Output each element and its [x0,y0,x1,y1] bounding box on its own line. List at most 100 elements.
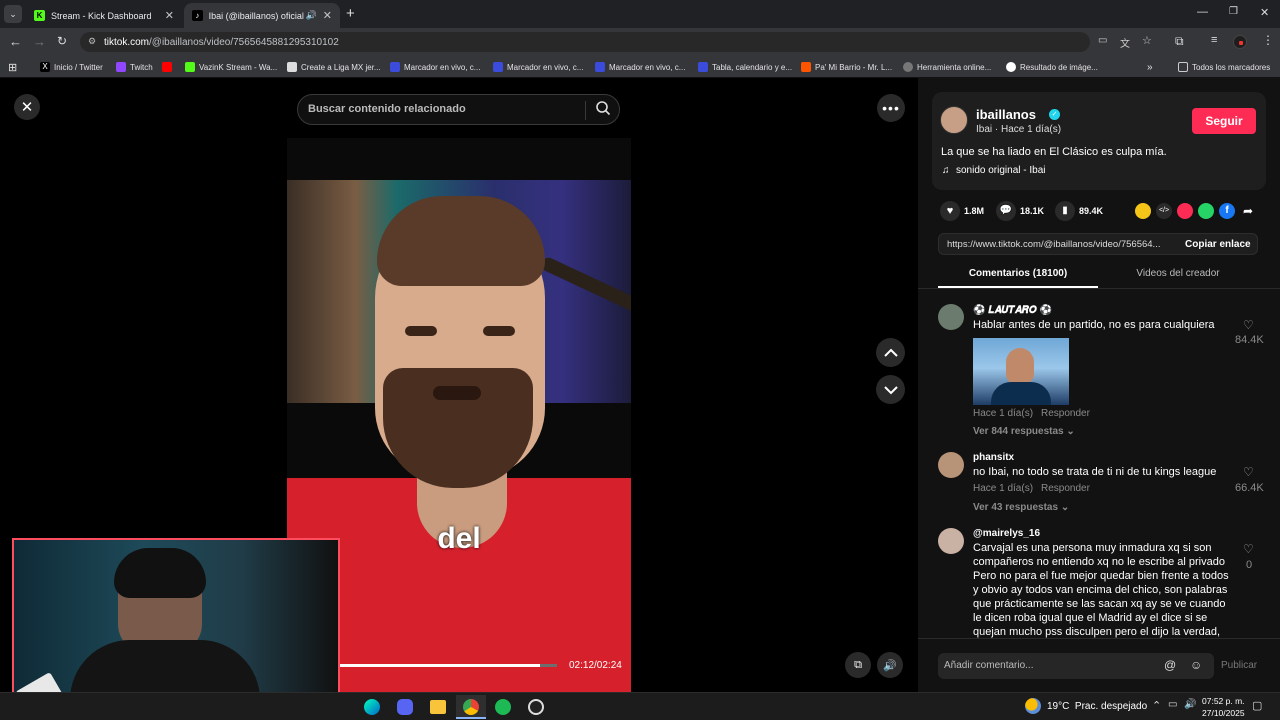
copy-link-button[interactable]: Copiar enlace [1185,239,1251,250]
view-replies[interactable]: Ver 43 respuestas ⌄ [973,502,1069,513]
floating-player-button[interactable]: ⧉ [845,652,871,678]
tab-creator-videos[interactable]: Videos del creador [1098,268,1258,279]
bookmark-liga-mx[interactable]: Create a Liga MX jer... [287,60,381,74]
comment-item: ⚽ 𝑳𝑨𝑼𝑻𝑨𝑹𝑶 ⚽ Hablar antes de un partido, … [918,300,1280,440]
comment-avatar[interactable] [938,528,964,554]
search-icon[interactable] [595,100,611,121]
emoji-icon[interactable]: ☺ [1190,658,1202,672]
taskbar-edge-icon[interactable] [364,699,380,715]
share-link[interactable]: https://www.tiktok.com/@ibaillanos/video… [947,239,1160,250]
site-info-icon[interactable]: ⚙ [88,36,96,47]
clock-time[interactable]: 07:52 p. m. [1202,696,1245,706]
comment-button[interactable]: 💬 18.1K [996,201,1044,221]
video-progress-track[interactable] [339,664,557,667]
reload-icon[interactable]: ↻ [57,34,67,48]
close-window-button[interactable]: ✕ [1260,6,1269,19]
taskbar-spotify-icon[interactable] [495,699,511,715]
comment-like-icon[interactable]: ♡ [1243,465,1254,479]
facebook-icon[interactable]: f [1219,203,1235,219]
taskbar-obs-icon[interactable] [528,699,544,715]
close-video-button[interactable]: ✕ [14,94,40,120]
close-tab-icon[interactable]: ✕ [165,9,174,22]
comment-username[interactable]: phansitx [973,452,1014,463]
previous-video-button[interactable] [876,338,905,367]
weather-text[interactable]: 19°C Prac. despejado [1047,701,1147,712]
minimize-window-button[interactable]: — [1197,6,1208,18]
taskbar-discord-icon[interactable] [397,699,413,715]
creator-username[interactable]: ibaillanos [976,107,1036,122]
comment-username[interactable]: @mairelys_16 [973,528,1040,539]
comment-text-line: quejan mucho pss disculpen pero el dijo … [973,626,1221,638]
audio-playing-icon[interactable]: 🔊 [306,10,317,21]
bookmark-resultado[interactable]: Resultado de imáge... [1006,60,1098,74]
bookmark-pa-mi-barrio[interactable]: Pa' Mi Barrio - Mr. L... [801,60,892,74]
reply-button[interactable]: Responder [1041,483,1090,494]
tray-network-icon[interactable]: ▭ [1168,699,1177,710]
comment-input-divider [918,638,1280,639]
forward-icon[interactable]: → [33,34,46,49]
embed-icon[interactable]: </> [1156,203,1172,219]
bookmark-twitter[interactable]: X Inicio / Twitter [40,60,103,74]
post-comment-button[interactable]: Publicar [1221,660,1257,671]
media-control-icon[interactable]: ≡ [1211,34,1217,46]
bookmark-herramienta[interactable]: Herramienta online... [903,60,991,74]
comment-username[interactable]: ⚽ 𝑳𝑨𝑼𝑻𝑨𝑹𝑶 ⚽ [973,305,1052,316]
address-bar[interactable]: ⚙ tiktok.com/@ibaillanos/video/756564588… [80,32,1152,52]
save-button[interactable]: ▮ 89.4K [1055,201,1103,221]
install-app-icon[interactable]: ▭ [1098,35,1107,46]
browser-menu-icon[interactable]: ⋮ [1262,33,1274,47]
whatsapp-icon[interactable] [1198,203,1214,219]
view-replies[interactable]: Ver 844 respuestas ⌄ [973,426,1075,437]
comment-avatar[interactable] [938,452,964,478]
tab-search-button[interactable]: ⌄ [4,5,22,23]
bookmark-youtube[interactable] [162,60,176,74]
notifications-icon[interactable]: ▢ [1252,699,1262,712]
comment-input[interactable]: Añadir comentario... @ ☺ [938,653,1214,679]
related-search-input[interactable]: Buscar contenido relacionado [297,94,620,125]
bookmark-label: Twitch [130,62,153,72]
bookmark-marcador-1[interactable]: Marcador en vivo, c... [390,60,480,74]
chrome-icon [463,699,479,715]
close-tab-icon[interactable]: ✕ [323,9,332,22]
bookmark-marcador-2[interactable]: Marcador en vivo, c... [493,60,583,74]
comment-image[interactable] [973,338,1069,405]
clock-date[interactable]: 27/10/2025 [1202,708,1245,718]
like-button[interactable]: ♥ 1.8M [940,201,984,221]
comment-avatar[interactable] [938,304,964,330]
send-icon[interactable] [1177,203,1193,219]
more-options-icon[interactable]: ••• [877,94,905,122]
extensions-icon[interactable]: ⧉ [1175,34,1184,49]
follow-button[interactable]: Seguir [1192,108,1256,134]
bookmark-twitch[interactable]: Twitch [116,60,153,74]
bookmark-marcador-3[interactable]: Marcador en vivo, c... [595,60,685,74]
share-icon[interactable]: ➦ [1240,203,1256,219]
bookmark-tabla[interactable]: Tabla, calendario y e... [698,60,792,74]
bookmark-star-icon[interactable]: ☆ [1142,34,1152,47]
back-icon[interactable]: ← [9,34,22,49]
repost-icon[interactable] [1135,203,1151,219]
profile-avatar[interactable] [1233,35,1247,49]
taskbar-explorer-icon[interactable] [430,700,446,714]
creator-avatar[interactable] [940,106,968,134]
comment-like-icon[interactable]: ♡ [1243,318,1254,332]
all-bookmarks[interactable]: Todos los marcadores [1178,60,1270,74]
comment-count: 18.1K [1020,206,1045,216]
apps-icon[interactable]: ⊞ [8,60,17,74]
translate-icon[interactable]: 文 [1120,35,1130,50]
comment-like-icon[interactable]: ♡ [1243,542,1254,556]
next-video-button[interactable] [876,375,905,404]
restore-window-button[interactable]: ❐ [1229,6,1238,17]
volume-button[interactable]: 🔊 [877,652,903,678]
tab-comments[interactable]: Comentarios (18100) [938,268,1098,279]
tab-tiktok[interactable]: ♪ Ibai (@ibaillanos) oficial | Ti 🔊 ✕ [184,3,340,28]
tray-volume-icon[interactable]: 🔊 [1184,699,1196,710]
bookmark-vazink[interactable]: VazinK Stream - Wa... [185,60,277,74]
reply-button[interactable]: Responder [1041,408,1090,419]
tab-kick-dashboard[interactable]: K Stream - Kick Dashboard ✕ [26,3,182,28]
new-tab-button[interactable]: + [346,5,355,22]
tray-chevron-icon[interactable]: ⌃ [1152,699,1161,712]
more-bookmarks-icon[interactable]: » [1147,60,1153,74]
taskbar-chrome-icon[interactable] [456,695,486,719]
mention-icon[interactable]: @ [1164,658,1176,672]
sound-name[interactable]: sonido original - Ibai [956,165,1046,176]
